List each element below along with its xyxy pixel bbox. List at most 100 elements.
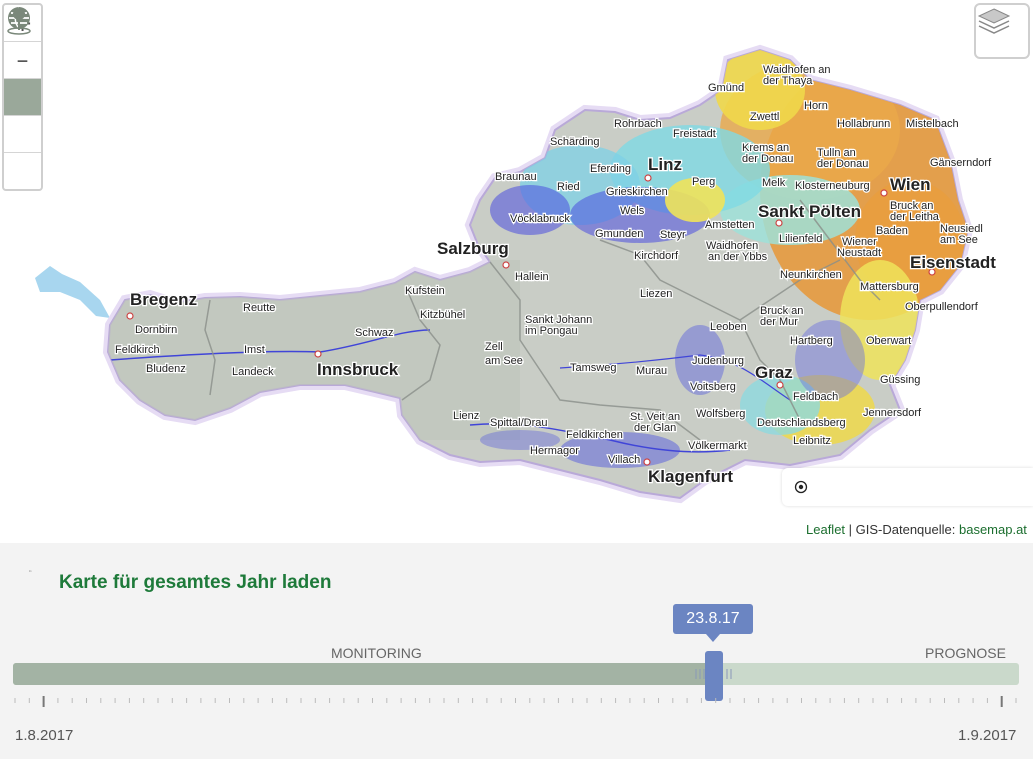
label-graz: Graz xyxy=(755,363,793,382)
svg-text:Gmünd: Gmünd xyxy=(708,82,744,94)
svg-text:Imst: Imst xyxy=(244,344,265,356)
map-toolbar: + – xyxy=(2,3,43,191)
austria-map: Bregenz Innsbruck Salzburg Linz Wien San… xyxy=(35,0,998,543)
attribution-separator: | GIS-Datenquelle: xyxy=(845,522,959,537)
time-control-panel: “ Karte für gesamtes Jahr laden 23.8.17 … xyxy=(0,543,1033,759)
svg-text:Judenburg: Judenburg xyxy=(692,355,744,367)
svg-text:Neunkirchen: Neunkirchen xyxy=(780,269,842,281)
svg-text:Lilienfeld: Lilienfeld xyxy=(779,233,822,245)
svg-text:Deutschlandsberg: Deutschlandsberg xyxy=(757,417,846,429)
svg-text:Baden: Baden xyxy=(876,225,908,237)
svg-text:Feldkirchen: Feldkirchen xyxy=(566,429,623,441)
svg-text:Reutte: Reutte xyxy=(243,302,275,314)
svg-text:Villach: Villach xyxy=(608,454,640,466)
svg-text:am See: am See xyxy=(485,355,523,367)
layers-icon xyxy=(977,8,1011,34)
svg-text:Vöcklabruck: Vöcklabruck xyxy=(510,213,570,225)
svg-text:Kufstein: Kufstein xyxy=(405,285,445,297)
svg-text:der Thaya: der Thaya xyxy=(763,75,813,87)
svg-text:an der Ybbs: an der Ybbs xyxy=(708,251,768,263)
svg-text:der Leitha: der Leitha xyxy=(890,211,940,223)
svg-text:Kirchdorf: Kirchdorf xyxy=(634,250,679,262)
label-sankt-poelten: Sankt Pölten xyxy=(758,202,861,221)
svg-text:Perg: Perg xyxy=(692,176,715,188)
svg-text:Zwettl: Zwettl xyxy=(750,111,779,123)
svg-text:Hallein: Hallein xyxy=(515,271,549,283)
load-year-link[interactable]: Karte für gesamtes Jahr laden xyxy=(59,572,331,594)
basemap-link[interactable]: basemap.at xyxy=(959,522,1027,537)
svg-text:Ried: Ried xyxy=(557,181,580,193)
loading-indicator-icon: “ xyxy=(29,569,32,578)
svg-text:Lienz: Lienz xyxy=(453,410,479,422)
svg-text:Tamsweg: Tamsweg xyxy=(570,362,616,374)
svg-text:Jennersdorf: Jennersdorf xyxy=(863,407,922,419)
svg-text:Voitsberg: Voitsberg xyxy=(690,381,736,393)
svg-text:Zell: Zell xyxy=(485,341,503,353)
svg-text:Gänserndorf: Gänserndorf xyxy=(930,157,992,169)
svg-text:Völkermarkt: Völkermarkt xyxy=(688,440,747,452)
minus-icon: – xyxy=(16,46,29,74)
svg-text:Amstetten: Amstetten xyxy=(705,219,755,231)
map-attribution: Leaflet | GIS-Datenquelle: basemap.at xyxy=(800,520,1033,540)
location-search-box[interactable] xyxy=(782,468,1033,506)
leaflet-link[interactable]: Leaflet xyxy=(806,522,845,537)
svg-text:der Mur: der Mur xyxy=(760,316,798,328)
svg-text:Steyr: Steyr xyxy=(660,229,686,241)
label-klagenfurt: Klagenfurt xyxy=(648,467,733,486)
svg-text:Spittal/Drau: Spittal/Drau xyxy=(490,417,547,429)
svg-text:Schwaz: Schwaz xyxy=(355,327,394,339)
svg-text:Oberpullendorf: Oberpullendorf xyxy=(905,301,979,313)
svg-text:im Pongau: im Pongau xyxy=(525,325,578,337)
svg-text:Klosterneuburg: Klosterneuburg xyxy=(795,180,870,192)
svg-text:der Donau: der Donau xyxy=(817,158,868,170)
svg-text:Mistelbach: Mistelbach xyxy=(906,118,959,130)
label-linz: Linz xyxy=(648,155,682,174)
svg-text:Feldkirch: Feldkirch xyxy=(115,344,160,356)
svg-text:der Donau: der Donau xyxy=(742,153,793,165)
map-view[interactable]: Bregenz Innsbruck Salzburg Linz Wien San… xyxy=(0,0,1033,543)
label-eisenstadt: Eisenstadt xyxy=(910,253,996,272)
svg-text:Murau: Murau xyxy=(636,365,667,377)
svg-text:der Glan: der Glan xyxy=(634,422,676,434)
svg-text:Liezen: Liezen xyxy=(640,288,672,300)
svg-text:Hartberg: Hartberg xyxy=(790,335,833,347)
date-tooltip: 23.8.17 xyxy=(673,604,753,642)
locate-icon[interactable] xyxy=(794,480,808,494)
svg-text:Mattersburg: Mattersburg xyxy=(860,281,919,293)
svg-text:Horn: Horn xyxy=(804,100,828,112)
svg-text:Schärding: Schärding xyxy=(550,136,600,148)
svg-text:Neustadt: Neustadt xyxy=(837,247,881,259)
svg-text:Kitzbühel: Kitzbühel xyxy=(420,309,465,321)
svg-text:Gmunden: Gmunden xyxy=(595,228,643,240)
svg-text:Rohrbach: Rohrbach xyxy=(614,118,662,130)
svg-text:Wolfsberg: Wolfsberg xyxy=(696,408,745,420)
svg-text:Braunau: Braunau xyxy=(495,171,537,183)
svg-text:Eferding: Eferding xyxy=(590,163,631,175)
svg-text:Bludenz: Bludenz xyxy=(146,363,186,375)
svg-text:Grieskirchen: Grieskirchen xyxy=(606,186,668,198)
svg-text:Dornbirn: Dornbirn xyxy=(135,324,177,336)
timeline-ticks xyxy=(14,696,1017,707)
svg-text:am See: am See xyxy=(940,234,978,246)
svg-text:Feldbach: Feldbach xyxy=(793,391,838,403)
filter-locations-button[interactable] xyxy=(4,7,41,116)
timeline-start-date: 1.8.2017 xyxy=(15,727,74,744)
svg-text:Freistadt: Freistadt xyxy=(673,128,716,140)
label-salzburg: Salzburg xyxy=(437,239,509,258)
label-innsbruck: Innsbruck xyxy=(317,360,399,379)
lake-constance xyxy=(35,266,110,318)
svg-text:Oberwart: Oberwart xyxy=(866,335,911,347)
svg-text:Güssing: Güssing xyxy=(880,374,920,386)
timeline-track[interactable] xyxy=(13,663,1019,685)
layer-toggle-button[interactable] xyxy=(4,7,41,153)
label-wien: Wien xyxy=(890,175,930,194)
prognose-label: PROGNOSE xyxy=(925,645,1006,661)
monitoring-label: MONITORING xyxy=(331,645,422,661)
pin-button[interactable] xyxy=(4,8,41,189)
zoom-out-button[interactable]: – xyxy=(4,42,41,79)
svg-text:Landeck: Landeck xyxy=(232,366,274,378)
pin-icon xyxy=(7,8,31,35)
svg-text:Wels: Wels xyxy=(620,205,645,217)
layers-button[interactable] xyxy=(974,3,1030,59)
svg-text:Hermagor: Hermagor xyxy=(530,445,579,457)
